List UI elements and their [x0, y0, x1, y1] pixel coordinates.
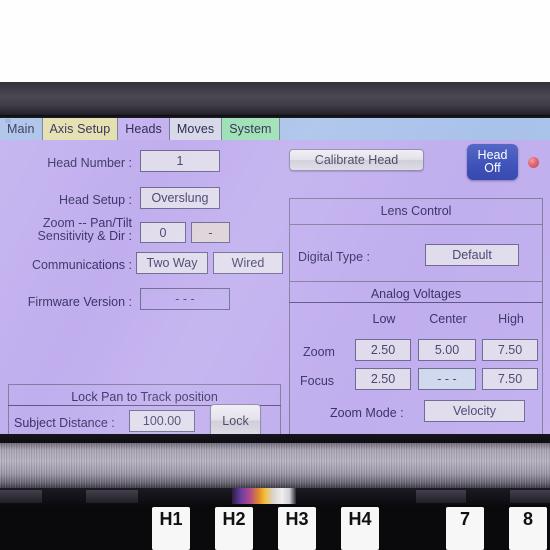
focus-high-field[interactable]: 7.50 [482, 368, 538, 390]
lock-button[interactable]: Lock [210, 404, 261, 434]
zoom-direction-field[interactable]: - [191, 222, 230, 243]
firmware-version-field: - - - [140, 288, 230, 310]
communications-mode-field[interactable]: Two Way [136, 252, 208, 274]
lcd-screen: Main Axis Setup Heads Moves System Head … [0, 118, 550, 434]
key-8[interactable]: 8 [509, 507, 547, 550]
zoom-sensitivity-field[interactable]: 0 [140, 222, 186, 243]
column-header-high: High [498, 312, 524, 326]
zoom-pan-tilt-label-line2: Sensitivity & Dir : [37, 229, 132, 243]
zoom-center-field[interactable]: 5.00 [418, 339, 476, 361]
lens-control-header-divider [289, 224, 543, 225]
keyboard-top-strip [0, 488, 550, 506]
row-label-zoom: Zoom [303, 345, 335, 359]
zoom-pan-tilt-label-line1: Zoom -- Pan/Tilt [42, 216, 132, 230]
metal-grain-texture [0, 443, 550, 488]
device-photo: Main Axis Setup Heads Moves System Head … [0, 0, 550, 550]
keyboard-deck: H1 H2 H3 H4 7 8 [0, 488, 550, 550]
key-h4[interactable]: H4 [341, 507, 379, 550]
key-h1[interactable]: H1 [152, 507, 190, 550]
zoom-mode-field[interactable]: Velocity [424, 400, 525, 422]
firmware-version-label: Firmware Version : [27, 295, 132, 309]
communications-label: Communications : [31, 258, 132, 272]
zoom-mode-label: Zoom Mode : [330, 406, 404, 420]
subject-distance-field[interactable]: 100.00 [129, 410, 195, 432]
key-h3[interactable]: H3 [278, 507, 316, 550]
key-h2[interactable]: H2 [215, 507, 253, 550]
calibrate-head-button[interactable]: Calibrate Head [289, 149, 424, 171]
tab-heads[interactable]: Heads [118, 118, 170, 140]
head-number-field[interactable]: 1 [140, 150, 220, 172]
deck-seam-1 [0, 490, 42, 503]
head-power-label-line2: Off [484, 161, 501, 175]
row-label-focus: Focus [300, 374, 335, 388]
brushed-metal-bezel [0, 443, 550, 488]
tab-moves[interactable]: Moves [169, 118, 223, 140]
focus-center-field[interactable]: - - - [418, 368, 476, 390]
tab-bar-artifact [5, 119, 11, 123]
head-number-label: Head Number : [47, 156, 132, 170]
screen-bottom-lip [0, 434, 550, 443]
top-bezel [0, 82, 550, 118]
photo-background-top [0, 0, 550, 82]
column-header-low: Low [372, 312, 396, 326]
zoom-low-field[interactable]: 2.50 [355, 339, 411, 361]
tab-bar: Main Axis Setup Heads Moves System [0, 118, 550, 140]
analog-voltages-title: Analog Voltages [289, 287, 543, 303]
deck-seam-4 [510, 490, 550, 503]
column-header-center: Center [429, 312, 467, 326]
prism-reflection [232, 488, 296, 504]
digital-type-label: Digital Type : [298, 250, 371, 264]
zoom-high-field[interactable]: 7.50 [482, 339, 538, 361]
digital-type-field[interactable]: Default [425, 244, 519, 266]
tab-system[interactable]: System [222, 118, 280, 140]
head-status-led-icon [528, 157, 539, 168]
communications-link-field[interactable]: Wired [213, 252, 283, 274]
focus-low-field[interactable]: 2.50 [355, 368, 411, 390]
subject-distance-label: Subject Distance : [14, 416, 115, 430]
head-power-toggle[interactable]: Head Off [467, 144, 518, 180]
tab-axis-setup[interactable]: Axis Setup [42, 118, 119, 140]
deck-seam-2 [86, 490, 138, 503]
head-setup-label: Head Setup : [59, 193, 132, 207]
deck-seam-3 [416, 490, 466, 503]
tab-bar-filler [279, 118, 550, 140]
lens-control-title: Lens Control [380, 204, 452, 218]
key-7[interactable]: 7 [446, 507, 484, 550]
analog-section-divider [289, 281, 543, 282]
head-setup-field[interactable]: Overslung [140, 187, 220, 209]
